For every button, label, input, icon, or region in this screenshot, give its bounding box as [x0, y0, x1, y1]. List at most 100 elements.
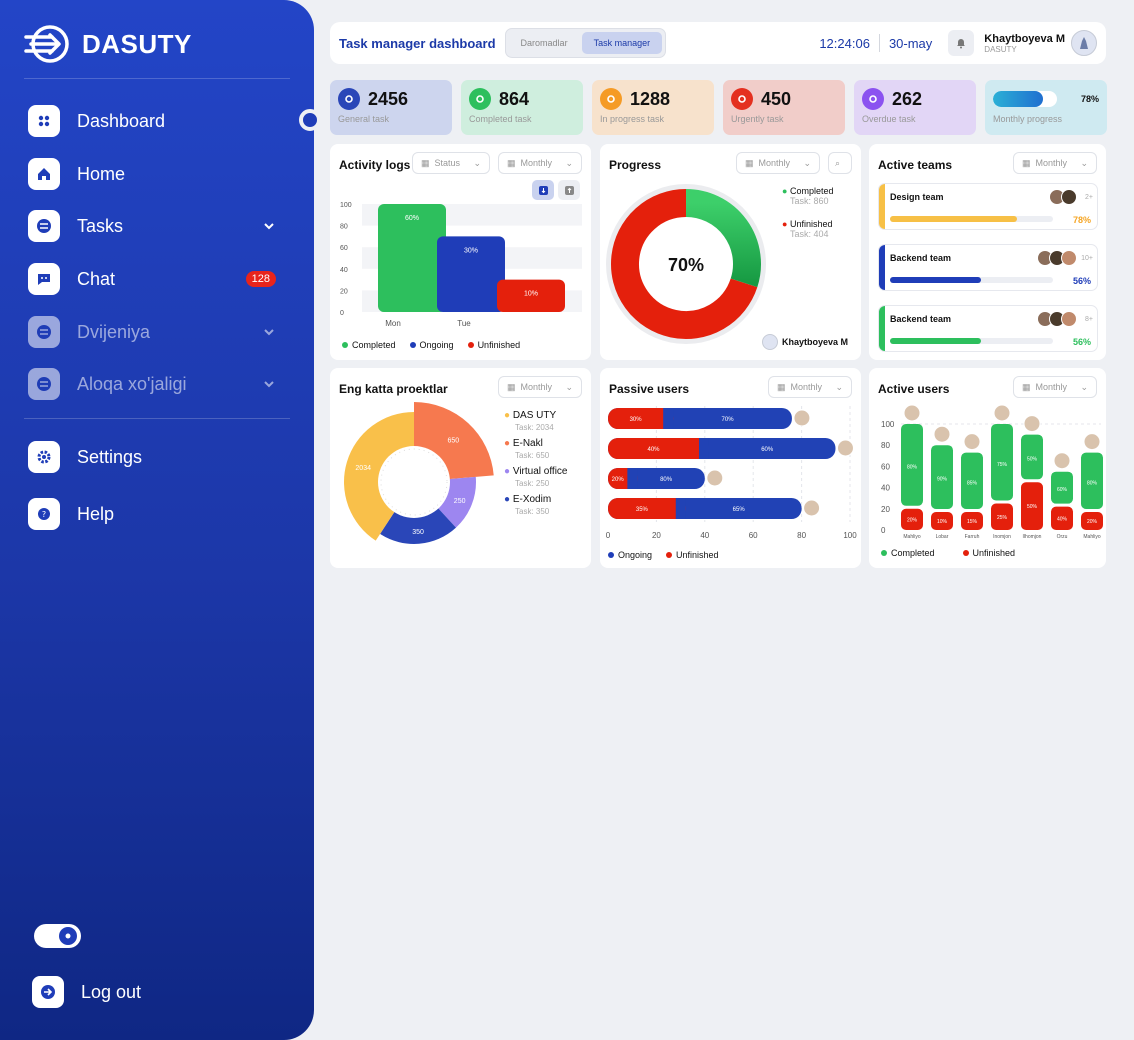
team-item[interactable]: Backend team 10+ 56%	[878, 244, 1098, 291]
header-bar: Task manager dashboard Daromadlar Task m…	[330, 22, 1106, 64]
projects-card: Eng katta proektlar ▦ Monthly ⌄ 650 250 350 2…	[330, 368, 591, 568]
kpi-label: Urgently task	[731, 114, 784, 124]
calendar-icon: ▦	[1022, 381, 1031, 392]
logout-button[interactable]: Log out	[32, 976, 141, 1008]
data-label: 20%	[612, 477, 625, 483]
team-progress-fill	[890, 277, 982, 283]
team-progress-track	[890, 216, 1053, 222]
card-title: Progress	[609, 158, 662, 172]
period-dropdown[interactable]: ▦ Monthly ⌄	[768, 376, 852, 398]
data-label: 30%	[630, 417, 643, 423]
sidebar-item-dvijeniya[interactable]: Dvijeniya	[28, 315, 276, 349]
calendar-icon: ▦	[777, 381, 786, 392]
logo-icon	[24, 25, 69, 63]
chevron-down-icon: ⌄	[473, 157, 481, 168]
kpi-card[interactable]: 1288 In progress task	[592, 80, 714, 135]
legend-item: Completed	[342, 340, 396, 350]
chevron-down-icon[interactable]	[262, 219, 276, 233]
chevron-down-icon[interactable]	[262, 325, 276, 339]
dropdown-value: Monthly	[790, 382, 823, 392]
avatar	[803, 499, 821, 517]
sidebar-item-aloqa[interactable]: Aloqa xo'jaligi	[28, 367, 276, 401]
chart-legend: Completed Unfinished	[881, 548, 1015, 558]
activity-chart: 0 20 40 60 80 100 60% 30% 10% Mon Tue	[340, 202, 582, 328]
progress-donut: 70%	[606, 184, 766, 344]
data-label: 20%	[1087, 519, 1098, 525]
logout-label: Log out	[81, 981, 142, 1002]
period-dropdown[interactable]: ▦ Monthly ⌄	[1013, 376, 1097, 398]
team-name: Backend team	[890, 314, 952, 324]
sidebar-item-label: Aloqa xo'jaligi	[77, 373, 187, 394]
project-task: Task: 2034	[515, 423, 554, 432]
calendar-icon: ▦	[421, 157, 430, 168]
period-dropdown[interactable]: ▦ Monthly ⌄	[498, 376, 582, 398]
slice-label: 650	[447, 437, 459, 444]
bell-icon[interactable]	[948, 30, 975, 56]
kpi-card[interactable]: 2456 General task	[330, 80, 452, 135]
data-label: 40%	[1057, 516, 1068, 522]
team-percent: 78%	[1072, 215, 1091, 225]
legend-item: Unfinished	[666, 550, 719, 560]
progress-track	[993, 91, 1057, 107]
sidebar-item-help[interactable]: ? Help	[28, 497, 276, 531]
kpi-value: 262	[892, 88, 923, 109]
avatar	[836, 439, 854, 457]
x-tick-label: Mahliyo	[1083, 534, 1100, 540]
logo[interactable]: DASUTY	[24, 24, 192, 64]
team-progress-track	[890, 338, 1053, 344]
status-dropdown[interactable]: ▦ Status ⌄	[412, 152, 490, 174]
team-item[interactable]: Backend team 8+ 56%	[878, 305, 1098, 352]
sidebar-item-tasks[interactable]: Tasks	[28, 209, 276, 243]
kpi-card[interactable]: 864 Completed task	[461, 80, 583, 135]
team-more-count: 10+	[1081, 255, 1093, 262]
chevron-down-icon[interactable]	[262, 377, 276, 391]
user-name: Khaytboyeva M	[984, 32, 1065, 45]
period-dropdown[interactable]: ▦ Monthly ⌄	[736, 152, 820, 174]
y-tick-label: 60	[340, 245, 348, 252]
slice-label: 350	[412, 529, 424, 536]
avatar[interactable]	[1071, 30, 1097, 56]
center-percent: 70%	[668, 255, 704, 275]
project-name: Virtual office	[512, 466, 568, 477]
y-tick-label: 80	[340, 224, 348, 231]
bar-join	[663, 408, 674, 429]
project-legend-item: ● Virtual office Task: 250	[504, 466, 568, 488]
sidebar-item-home[interactable]: Home	[28, 157, 276, 191]
chart-legend: Completed Ongoing Unfinished	[342, 340, 520, 350]
dropdown-value: Monthly	[1035, 158, 1068, 168]
kpi-value: 450	[761, 88, 792, 109]
y-tick-label: 80	[881, 441, 890, 450]
search-button[interactable]: ⌕	[828, 152, 852, 174]
avatar	[1083, 433, 1101, 451]
tab-daromadlar[interactable]: Daromadlar	[509, 32, 580, 54]
kpi-card[interactable]: 78% Monthly progress	[985, 80, 1107, 135]
user-info[interactable]: Khaytboyeva M DASUTY	[984, 33, 1065, 54]
kpi-card[interactable]: 262 Overdue task	[854, 80, 976, 135]
projects-donut: 650 250 350 2034	[344, 402, 494, 544]
kpi-card[interactable]: 450 Urgently task	[723, 80, 845, 135]
avatar	[706, 469, 724, 487]
chat-count-badge: 128	[245, 271, 276, 287]
card-title: Active users	[878, 382, 950, 396]
x-tick-label: Inomjon	[993, 534, 1011, 540]
period-dropdown[interactable]: ▦ Monthly ⌄	[498, 152, 582, 174]
kpi-value: 2456	[368, 88, 409, 109]
data-label: 40%	[647, 447, 660, 453]
x-tick-label: Tue	[457, 319, 471, 328]
period-dropdown[interactable]: ▦ Monthly ⌄	[1013, 152, 1097, 174]
theme-toggle[interactable]	[34, 924, 81, 948]
tab-task-manager[interactable]: Task manager	[581, 32, 663, 54]
legend-item: Ongoing	[409, 340, 454, 350]
avatar	[793, 409, 811, 427]
project-name: E-Xodim	[512, 494, 552, 505]
sidebar-item-dashboard[interactable]: Dashboard	[28, 104, 276, 138]
sidebar-item-settings[interactable]: Settings	[28, 440, 276, 474]
y-tick-label: 100	[340, 202, 352, 209]
sidebar-item-label: Dashboard	[77, 110, 166, 131]
avatar	[1061, 311, 1077, 327]
y-tick-label: 40	[881, 484, 890, 493]
avatar	[993, 404, 1011, 422]
calendar-icon: ▦	[745, 157, 754, 168]
sidebar-item-chat[interactable]: Chat 128	[28, 262, 276, 296]
team-item[interactable]: Design team 2+ 78%	[878, 183, 1098, 230]
